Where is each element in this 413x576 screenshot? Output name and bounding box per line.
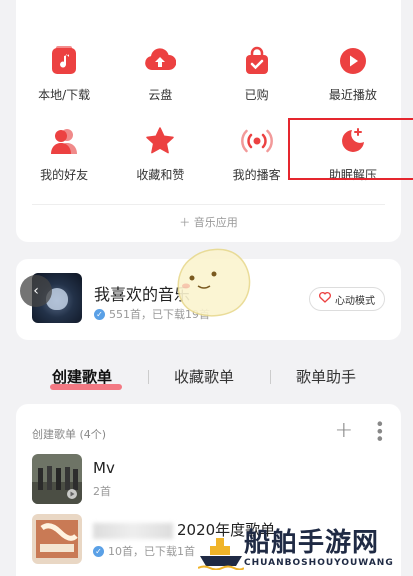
purchased-label: 已购 [244,88,269,102]
heartbeat-mode-label: 心动模式 [335,295,375,307]
favorites-likes-entry[interactable]: 收藏和赞 [112,122,208,200]
cloud-drive-entry[interactable]: 云盘 [112,42,208,120]
broadcast-icon [240,124,274,158]
more-options-button[interactable]: ••• [370,419,389,441]
playlist-row[interactable]: Mv 2首 [32,454,382,504]
heartbeat-mode-button[interactable]: 心动模式 [309,287,385,311]
heart-outline-icon [319,292,331,306]
more-vertical-icon: ••• [370,419,389,442]
created-playlists-header: 创建歌单 (4个) [32,428,107,441]
local-download-label: 本地/下载 [38,88,91,102]
moon-icon [336,124,370,158]
playlist-meta-text: 10首，已下载1首 [108,545,195,558]
plus-icon: ＋ [179,216,194,229]
cloud-upload-icon [143,44,177,78]
purchased-entry[interactable]: 已购 [209,42,305,120]
blurred-text [93,522,173,539]
back-button[interactable]: ‹ [20,275,52,307]
music-note-icon [47,44,81,78]
tab-playlist-assistant[interactable]: 歌单助手 [296,366,356,387]
plus-icon: + [334,418,353,443]
friends-entry[interactable]: 我的好友 [16,122,112,200]
downloaded-check-icon: ✓ [94,308,105,320]
local-download-entry[interactable]: 本地/下载 [16,42,112,120]
music-apps-link[interactable]: ＋ 音乐应用 [16,214,401,230]
play-circle-icon [336,44,370,78]
playlist-cover [32,454,82,504]
podcast-entry[interactable]: 我的播客 [209,122,305,200]
mascot-sticker [170,240,256,324]
playlist-tabs: 创建歌单 收藏歌单 歌单助手 [0,362,413,392]
chevron-left-icon: ‹ [33,283,39,299]
sleep-relax-label: 助眠解压 [328,168,377,182]
recent-play-entry[interactable]: 最近播放 [305,42,401,120]
tab-separator [148,370,149,384]
tab-collected-playlists[interactable]: 收藏歌单 [174,366,234,387]
tab-separator [270,370,271,384]
watermark-subtitle: CHUANBOSHOUYOUWANG [244,558,394,568]
playlist-cover [32,514,82,564]
active-tab-indicator [50,384,122,390]
grid-divider [32,204,385,205]
music-apps-label: 音乐应用 [193,216,238,229]
playlist-name: Mv [93,459,115,477]
sleep-relax-entry[interactable]: 助眠解压 [287,118,413,200]
playlist-meta: ✓ 10首，已下载1首 [93,543,195,559]
site-watermark: 船舶手游网 CHUANBOSHOUYOUWANG [194,522,409,576]
downloaded-check-icon: ✓ [93,545,104,557]
cloud-drive-label: 云盘 [148,88,173,102]
playlist-meta: 2首 [93,485,111,498]
friends-icon [47,124,81,158]
watermark-title: 船舶手游网 [244,528,380,558]
quick-access-grid: 本地/下载 云盘 已购 最近播放 我的好友 收藏和赞 我的播客 助眠解压 [16,42,413,200]
recent-play-label: 最近播放 [328,88,377,102]
boat-logo-icon [197,534,245,571]
star-icon [143,124,177,158]
add-playlist-button[interactable]: + [335,418,353,443]
shopping-bag-icon [240,44,274,78]
quick-access-card: 本地/下载 云盘 已购 最近播放 我的好友 收藏和赞 我的播客 助眠解压 ＋ 音… [16,0,413,242]
friends-label: 我的好友 [40,168,89,182]
podcast-label: 我的播客 [232,168,281,182]
favorites-likes-label: 收藏和赞 [136,168,185,182]
